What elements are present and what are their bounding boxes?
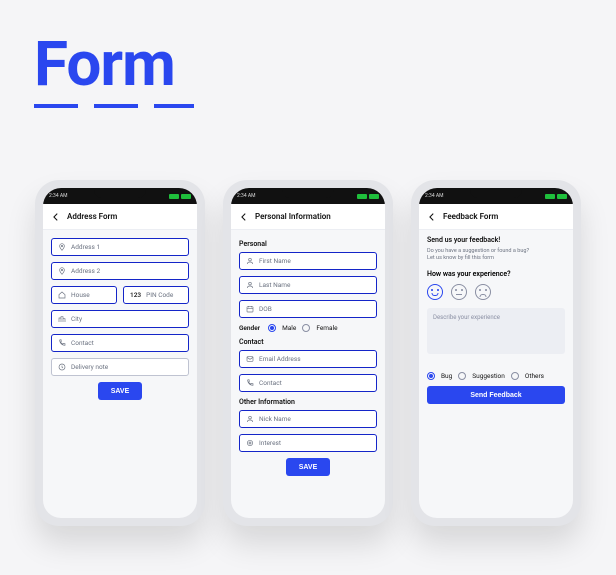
- city-icon: [58, 315, 66, 323]
- phone-notch: [282, 188, 334, 198]
- location-icon: [58, 243, 66, 251]
- nickname-input[interactable]: Nick Name: [239, 410, 377, 428]
- experience-textarea[interactable]: Describe your experience: [427, 308, 565, 354]
- section-contact: Contact: [239, 338, 377, 346]
- phone-row: 2:34 AM Address Form Address 1 Address 2: [0, 180, 616, 526]
- experience-question: How was your experience?: [427, 270, 565, 278]
- feedback-subtext: Do you have a suggestion or found a bug?…: [427, 248, 565, 262]
- status-time: 2:34 AM: [49, 193, 68, 199]
- status-time: 2:34 AM: [425, 193, 444, 199]
- faces-row: [427, 284, 565, 300]
- radio-male[interactable]: [268, 324, 276, 332]
- placeholder: PIN Code: [146, 291, 173, 299]
- placeholder: House: [71, 291, 90, 299]
- suggestion-label: Suggestion: [472, 372, 505, 380]
- phone-personal: 2:34 AM Personal Information Personal Fi…: [223, 180, 393, 526]
- save-button[interactable]: SAVE: [98, 382, 142, 400]
- note-input[interactable]: Delivery note: [51, 358, 189, 376]
- placeholder: Address 1: [71, 243, 100, 251]
- face-happy[interactable]: [427, 284, 443, 300]
- phone-address: 2:34 AM Address Form Address 1 Address 2: [35, 180, 205, 526]
- others-label: Others: [525, 372, 544, 380]
- placeholder: Email Address: [259, 355, 301, 363]
- radio-suggestion[interactable]: [458, 372, 466, 380]
- user-icon: [246, 257, 254, 265]
- phone-feedback: 2:34 AM Feedback Form Send us your feedb…: [411, 180, 581, 526]
- placeholder: First Name: [259, 257, 291, 265]
- house-input[interactable]: House: [51, 286, 117, 304]
- back-icon[interactable]: [51, 212, 61, 222]
- phone-notch: [94, 188, 146, 198]
- type-row: Bug Suggestion Others: [427, 372, 565, 380]
- back-icon[interactable]: [427, 212, 437, 222]
- section-other: Other Information: [239, 398, 377, 406]
- home-icon: [58, 291, 66, 299]
- page-title: Feedback Form: [443, 212, 498, 221]
- radio-female[interactable]: [302, 324, 310, 332]
- phone-icon: [246, 379, 254, 387]
- mail-icon: [246, 355, 254, 363]
- placeholder: City: [71, 315, 82, 323]
- app-bar: Personal Information: [231, 204, 385, 230]
- female-label: Female: [316, 324, 337, 332]
- phone-notch: [470, 188, 522, 198]
- address2-input[interactable]: Address 2: [51, 262, 189, 280]
- app-bar: Address Form: [43, 204, 197, 230]
- back-icon[interactable]: [239, 212, 249, 222]
- save-button[interactable]: SAVE: [286, 458, 330, 476]
- city-input[interactable]: City: [51, 310, 189, 328]
- send-feedback-button[interactable]: Send Feedback: [427, 386, 565, 404]
- user-icon: [246, 415, 254, 423]
- contact-input[interactable]: Contact: [51, 334, 189, 352]
- face-neutral[interactable]: [451, 284, 467, 300]
- hero-underline: [34, 104, 194, 108]
- app-bar: Feedback Form: [419, 204, 573, 230]
- hero-title: Form: [34, 28, 175, 101]
- section-personal: Personal: [239, 240, 377, 248]
- placeholder: DOB: [259, 305, 272, 313]
- interest-input[interactable]: Interest: [239, 434, 377, 452]
- placeholder: Address 2: [71, 267, 100, 275]
- gender-label: Gender: [239, 324, 260, 332]
- placeholder: Contact: [71, 339, 94, 347]
- user-icon: [246, 281, 254, 289]
- pin-input[interactable]: 123 PIN Code: [123, 286, 189, 304]
- placeholder: Nick Name: [259, 415, 291, 423]
- note-icon: [58, 363, 66, 371]
- address1-input[interactable]: Address 1: [51, 238, 189, 256]
- lastname-input[interactable]: Last Name: [239, 276, 377, 294]
- feedback-headline: Send us your feedback!: [427, 236, 565, 244]
- page-title: Address Form: [67, 212, 117, 221]
- phone-icon: [58, 339, 66, 347]
- firstname-input[interactable]: First Name: [239, 252, 377, 270]
- male-label: Male: [282, 324, 296, 332]
- radio-bug[interactable]: [427, 372, 435, 380]
- interest-icon: [246, 439, 254, 447]
- placeholder: Interest: [259, 439, 281, 447]
- status-time: 2:34 AM: [237, 193, 256, 199]
- dob-input[interactable]: DOB: [239, 300, 377, 318]
- pin-prefix: 123: [130, 291, 141, 299]
- contact-input[interactable]: Contact: [239, 374, 377, 392]
- radio-others[interactable]: [511, 372, 519, 380]
- placeholder: Last Name: [259, 281, 290, 289]
- location-icon: [58, 267, 66, 275]
- gender-row: Gender Male Female: [239, 324, 377, 332]
- bug-label: Bug: [441, 372, 452, 380]
- face-sad[interactable]: [475, 284, 491, 300]
- placeholder: Contact: [259, 379, 282, 387]
- calendar-icon: [246, 305, 254, 313]
- page-title: Personal Information: [255, 212, 331, 221]
- placeholder: Describe your experience: [433, 314, 500, 321]
- email-input[interactable]: Email Address: [239, 350, 377, 368]
- placeholder: Delivery note: [71, 363, 108, 371]
